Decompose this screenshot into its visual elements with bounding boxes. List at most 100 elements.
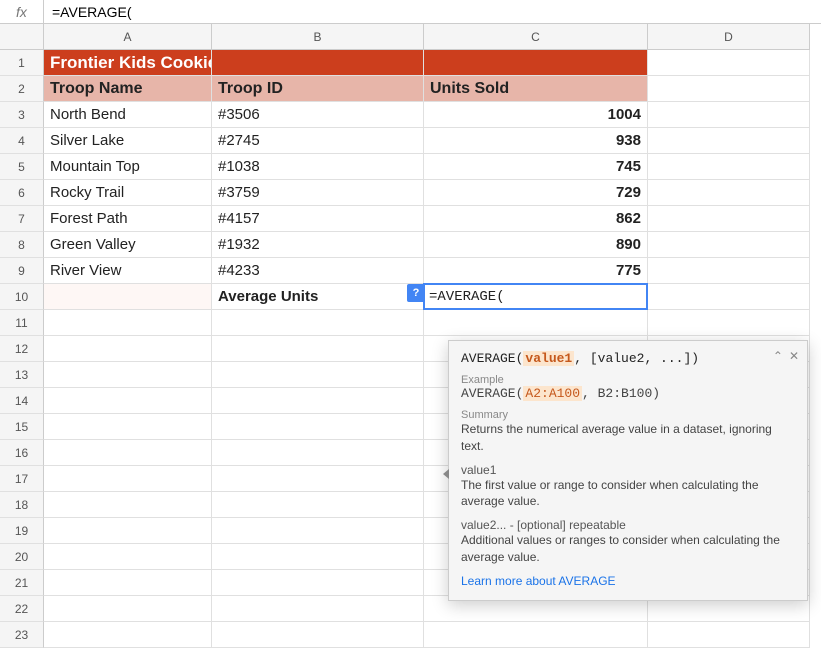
cell[interactable]: 862 [424, 206, 648, 232]
row-header[interactable]: 19 [0, 518, 44, 544]
cell[interactable] [44, 336, 212, 362]
cell[interactable]: #3506 [212, 102, 424, 128]
row-header[interactable]: 4 [0, 128, 44, 154]
cell[interactable]: Average Units [212, 284, 424, 310]
cell[interactable]: 745 [424, 154, 648, 180]
cell[interactable]: 1004 [424, 102, 648, 128]
active-cell[interactable]: ? [423, 283, 648, 310]
cell[interactable] [648, 180, 810, 206]
cell[interactable]: Green Valley [44, 232, 212, 258]
cell[interactable] [648, 258, 810, 284]
row-header[interactable]: 22 [0, 596, 44, 622]
row-header[interactable]: 15 [0, 414, 44, 440]
cell[interactable]: ? [424, 284, 648, 310]
cell[interactable] [648, 50, 810, 76]
cell[interactable] [212, 544, 424, 570]
formula-help-icon[interactable]: ? [407, 284, 425, 302]
cell[interactable] [212, 50, 424, 76]
cell[interactable] [44, 414, 212, 440]
cell[interactable]: #2745 [212, 128, 424, 154]
cell-editor[interactable] [425, 285, 646, 308]
cell[interactable]: 775 [424, 258, 648, 284]
cell[interactable] [212, 388, 424, 414]
cell[interactable]: #4157 [212, 206, 424, 232]
cell[interactable]: Troop Name [44, 76, 212, 102]
cell[interactable] [44, 388, 212, 414]
row-header[interactable]: 18 [0, 492, 44, 518]
col-header-a[interactable]: A [44, 24, 212, 50]
cell[interactable] [212, 336, 424, 362]
select-all-corner[interactable] [0, 24, 44, 50]
cell[interactable]: Rocky Trail [44, 180, 212, 206]
row-header[interactable]: 23 [0, 622, 44, 648]
cell[interactable] [212, 440, 424, 466]
cell[interactable]: #4233 [212, 258, 424, 284]
cell[interactable]: Frontier Kids Cookie Sales [44, 50, 212, 76]
cell[interactable]: #1038 [212, 154, 424, 180]
cell[interactable] [212, 596, 424, 622]
cell[interactable]: Units Sold [424, 76, 648, 102]
cell[interactable] [44, 284, 212, 310]
col-header-c[interactable]: C [424, 24, 648, 50]
cell[interactable] [648, 206, 810, 232]
cell[interactable]: River View [44, 258, 212, 284]
cell[interactable] [44, 362, 212, 388]
row-header[interactable]: 11 [0, 310, 44, 336]
col-header-d[interactable]: D [648, 24, 810, 50]
cell[interactable] [212, 310, 424, 336]
cell[interactable] [44, 492, 212, 518]
cell[interactable]: Troop ID [212, 76, 424, 102]
cell[interactable] [424, 50, 648, 76]
cell[interactable] [44, 570, 212, 596]
tooltip-collapse-icon[interactable]: ⌃ [773, 349, 783, 363]
row-header[interactable]: 21 [0, 570, 44, 596]
row-header[interactable]: 5 [0, 154, 44, 180]
row-header[interactable]: 6 [0, 180, 44, 206]
col-header-b[interactable]: B [212, 24, 424, 50]
cell[interactable]: Forest Path [44, 206, 212, 232]
tooltip-close-icon[interactable]: ✕ [789, 349, 799, 363]
cell[interactable]: Mountain Top [44, 154, 212, 180]
cell[interactable]: Silver Lake [44, 128, 212, 154]
cell[interactable] [44, 466, 212, 492]
row-header[interactable]: 3 [0, 102, 44, 128]
cell[interactable]: 729 [424, 180, 648, 206]
cell[interactable] [44, 310, 212, 336]
row-header[interactable]: 13 [0, 362, 44, 388]
cell[interactable] [648, 232, 810, 258]
row-header[interactable]: 7 [0, 206, 44, 232]
cell[interactable]: 938 [424, 128, 648, 154]
cell[interactable] [424, 310, 648, 336]
cell[interactable] [212, 362, 424, 388]
row-header[interactable]: 20 [0, 544, 44, 570]
cell[interactable]: #3759 [212, 180, 424, 206]
row-header[interactable]: 8 [0, 232, 44, 258]
cell[interactable] [212, 414, 424, 440]
cell[interactable] [648, 102, 810, 128]
cell[interactable] [212, 622, 424, 648]
cell[interactable] [212, 570, 424, 596]
cell[interactable] [212, 518, 424, 544]
row-header[interactable]: 9 [0, 258, 44, 284]
cell[interactable] [424, 622, 648, 648]
cell[interactable] [648, 310, 810, 336]
row-header[interactable]: 14 [0, 388, 44, 414]
cell[interactable] [648, 128, 810, 154]
cell[interactable] [44, 622, 212, 648]
cell[interactable] [44, 544, 212, 570]
row-header[interactable]: 1 [0, 50, 44, 76]
cell[interactable] [648, 622, 810, 648]
cell[interactable] [648, 284, 810, 310]
cell[interactable]: 890 [424, 232, 648, 258]
row-header[interactable]: 16 [0, 440, 44, 466]
cell[interactable] [648, 154, 810, 180]
cell[interactable] [44, 518, 212, 544]
tooltip-learn-more-link[interactable]: Learn more about AVERAGE [461, 574, 795, 588]
row-header[interactable]: 2 [0, 76, 44, 102]
cell[interactable]: #1932 [212, 232, 424, 258]
cell[interactable] [44, 440, 212, 466]
row-header[interactable]: 10 [0, 284, 44, 310]
cell[interactable] [212, 492, 424, 518]
row-header[interactable]: 17 [0, 466, 44, 492]
cell[interactable] [212, 466, 424, 492]
